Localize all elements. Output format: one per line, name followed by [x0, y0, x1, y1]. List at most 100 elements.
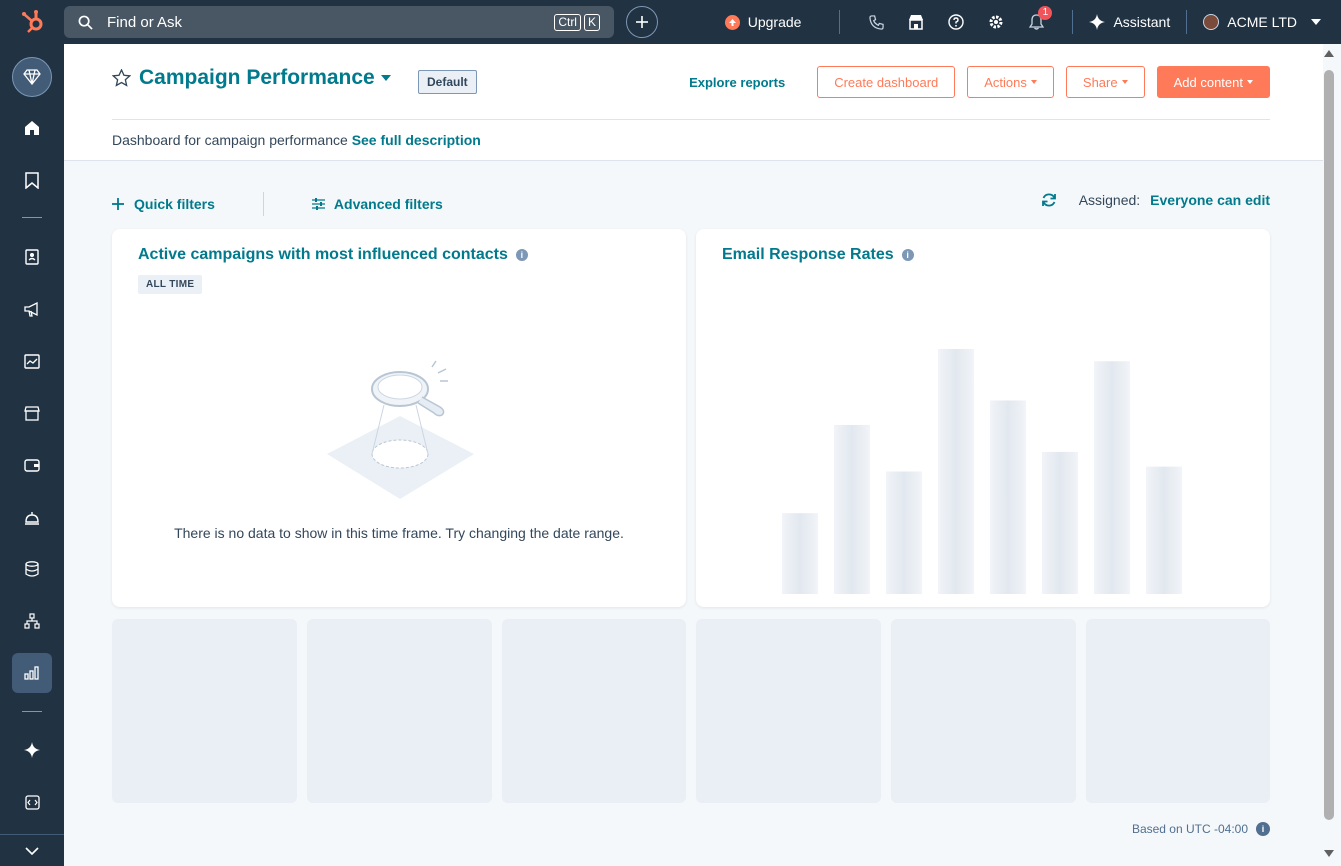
- sidebar-item-contacts[interactable]: [12, 237, 52, 277]
- placeholder-bar: [990, 400, 1026, 594]
- sidebar-item-payments[interactable]: [12, 445, 52, 485]
- see-full-description-link[interactable]: See full description: [352, 132, 481, 148]
- sidebar-divider: [22, 711, 42, 712]
- sidebar-item-breeze[interactable]: [12, 730, 52, 770]
- info-icon[interactable]: i: [901, 249, 914, 261]
- sidebar-item-development[interactable]: [12, 782, 52, 822]
- home-icon: [25, 121, 39, 135]
- content-icon: [24, 353, 40, 369]
- timezone-note: Based on UTC -04:00 i: [1132, 822, 1270, 836]
- placeholder-bar: [938, 349, 974, 594]
- notification-count-badge: 1: [1038, 6, 1053, 20]
- report-card-email-response-rates: Email Response Rates i: [696, 229, 1270, 607]
- explore-reports-link[interactable]: Explore reports: [689, 75, 785, 90]
- service-bell-icon: [25, 511, 39, 525]
- divider: [839, 10, 841, 34]
- store-icon: [24, 405, 40, 421]
- assigned-label: Assigned:: [1078, 192, 1141, 208]
- empty-state-message: There is no data to show in this time fr…: [174, 525, 624, 541]
- top-navigation-bar: Find or Ask Ctrl K Upgrade 1 Assistant A…: [0, 0, 1341, 44]
- loading-placeholder-card: [307, 619, 492, 803]
- page-title[interactable]: Campaign Performance: [139, 66, 375, 90]
- loading-placeholder-card: [502, 619, 686, 803]
- magnifying-glass-illustration-icon: [327, 360, 474, 499]
- sidebar-item-automation[interactable]: [12, 601, 52, 641]
- sidebar-item-marketing[interactable]: [12, 289, 52, 329]
- create-dashboard-button[interactable]: Create dashboard: [817, 66, 956, 98]
- caret-down-icon: [1030, 80, 1037, 84]
- shortcut-ctrl-key: Ctrl: [554, 13, 581, 31]
- add-content-button[interactable]: Add content: [1156, 66, 1270, 98]
- bookmark-icon: [25, 171, 39, 189]
- assigned-value-link[interactable]: Everyone can edit: [1150, 192, 1270, 208]
- sidebar-expand-button[interactable]: [0, 834, 64, 866]
- sidebar-item-bookmarks[interactable]: [12, 160, 52, 200]
- actions-button[interactable]: Actions: [967, 66, 1054, 98]
- card-title[interactable]: Email Response Rates i: [722, 246, 914, 264]
- assistant-button[interactable]: Assistant: [1089, 14, 1170, 30]
- account-name: ACME LTD: [1227, 14, 1297, 30]
- create-new-button[interactable]: [626, 6, 658, 38]
- report-card-active-campaigns: Active campaigns with most influenced co…: [112, 229, 686, 607]
- sparkle-icon: [1089, 14, 1106, 30]
- plus-icon: [112, 198, 124, 210]
- caret-down-icon: [1121, 80, 1128, 84]
- settings-gear-icon[interactable]: [988, 14, 1004, 30]
- card-title-text: Active campaigns with most influenced co…: [138, 246, 508, 263]
- star-icon[interactable]: [112, 69, 131, 87]
- help-icon[interactable]: [948, 14, 965, 30]
- upgrade-button[interactable]: Upgrade: [724, 14, 801, 30]
- sidebar-item-commerce[interactable]: [12, 393, 52, 433]
- card-title[interactable]: Active campaigns with most influenced co…: [138, 246, 528, 264]
- search-input[interactable]: Find or Ask: [107, 14, 551, 31]
- placeholder-bar: [886, 471, 922, 594]
- sidebar-item-home[interactable]: [12, 108, 52, 148]
- search-bar[interactable]: Find or Ask Ctrl K: [64, 6, 614, 38]
- info-icon[interactable]: i: [515, 249, 528, 261]
- search-icon: [78, 15, 93, 30]
- filter-divider: [262, 192, 264, 216]
- info-icon[interactable]: i: [1256, 822, 1270, 836]
- megaphone-icon: [23, 301, 38, 317]
- card-title-text: Email Response Rates: [722, 246, 894, 263]
- marketplace-icon[interactable]: [908, 14, 924, 30]
- sidebar-item-reporting[interactable]: [12, 653, 52, 693]
- sidebar-item-content[interactable]: [12, 341, 52, 381]
- shortcut-k-key: K: [583, 13, 600, 31]
- assigned-section: Assigned: Everyone can edit: [1041, 192, 1270, 208]
- sparkle-icon: [24, 742, 40, 758]
- timezone-text: Based on UTC -04:00: [1131, 822, 1248, 836]
- workflow-icon: [24, 613, 40, 629]
- quick-filters-button[interactable]: Quick filters: [112, 196, 215, 212]
- account-menu[interactable]: ACME LTD: [1203, 14, 1321, 30]
- placeholder-bar: [834, 424, 870, 594]
- dashboard-description: Dashboard for campaign performance See f…: [112, 132, 481, 148]
- sliders-icon: [311, 198, 325, 210]
- refresh-icon[interactable]: [1041, 192, 1057, 208]
- calling-icon[interactable]: [868, 14, 884, 30]
- top-right-controls: Upgrade 1 Assistant ACME LTD: [724, 0, 1321, 44]
- add-content-label: Add content: [1173, 74, 1243, 90]
- left-sidebar: [0, 44, 64, 866]
- main-content: Campaign Performance Default Explore rep…: [64, 44, 1323, 866]
- notifications-bell-icon[interactable]: 1: [1028, 6, 1053, 30]
- title-row: Campaign Performance: [112, 66, 391, 90]
- loading-placeholder-card: [112, 619, 297, 803]
- title-dropdown-caret-icon[interactable]: [380, 75, 391, 81]
- loading-placeholder-card: [696, 619, 881, 803]
- share-button[interactable]: Share: [1065, 66, 1145, 98]
- hubspot-logo-icon[interactable]: [20, 9, 46, 35]
- header-actions: Explore reports Create dashboard Actions…: [689, 66, 1270, 98]
- sidebar-item-data[interactable]: [12, 549, 52, 589]
- sidebar-item-service[interactable]: [12, 497, 52, 537]
- advanced-filters-button[interactable]: Advanced filters: [311, 196, 443, 212]
- create-dashboard-label: Create dashboard: [834, 74, 939, 90]
- filter-bar: Quick filters Advanced filters: [112, 192, 443, 216]
- scrollbar-thumb[interactable]: [1324, 70, 1334, 820]
- placeholder-bar: [1146, 466, 1182, 594]
- scroll-down-arrow-icon[interactable]: [1324, 850, 1334, 857]
- sidebar-item-hub[interactable]: [12, 57, 52, 97]
- plus-icon: [636, 16, 648, 28]
- scroll-up-arrow-icon[interactable]: [1324, 50, 1334, 57]
- code-icon: [24, 794, 40, 810]
